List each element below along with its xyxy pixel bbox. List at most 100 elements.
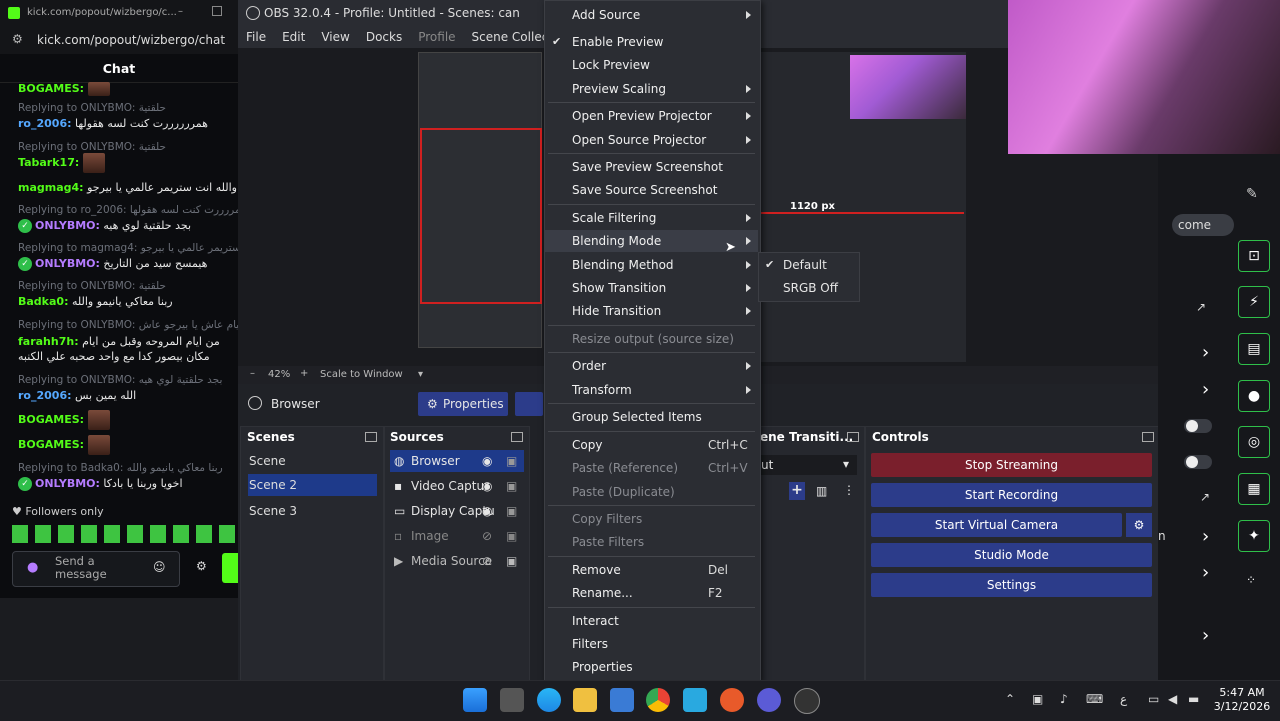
eye-icon[interactable]: ◉	[482, 450, 492, 472]
source-item-browser[interactable]: ◍ Browser ◉ ▣	[390, 450, 524, 472]
network-icon[interactable]: ▭	[1148, 692, 1159, 706]
lightning-icon[interactable]: ⚡	[1238, 286, 1270, 318]
menu-docks[interactable]: Docks	[366, 30, 402, 44]
connections-icon[interactable]: ⁘	[1246, 573, 1256, 587]
menu-filters[interactable]: Filters	[572, 637, 608, 651]
undock-icon[interactable]	[847, 432, 859, 442]
selection-bounding-box[interactable]	[420, 128, 542, 304]
menu-resize-output[interactable]: Resize output (source size)	[572, 332, 734, 346]
menu-lock-preview[interactable]: Lock Preview	[572, 58, 650, 72]
chevron-right-icon[interactable]: ›	[1202, 342, 1209, 363]
volume-icon[interactable]: ◀	[1168, 692, 1177, 706]
start-recording-button[interactable]: Start Recording	[871, 483, 1152, 507]
obs-taskbar-icon[interactable]	[794, 688, 820, 714]
minimize-icon[interactable]: –	[178, 6, 183, 17]
chevron-right-icon[interactable]: ›	[1202, 379, 1209, 400]
lock-icon[interactable]: ▣	[506, 475, 517, 497]
menu-paste-filters[interactable]: Paste Filters	[572, 535, 644, 549]
menu-interact[interactable]: Interact	[572, 614, 619, 628]
vpn-icon[interactable]	[720, 688, 744, 712]
screenshot-icon[interactable]: ⊡	[1238, 240, 1270, 272]
emote-bar[interactable]	[12, 525, 238, 543]
site-settings-icon[interactable]: ⚙	[12, 32, 23, 46]
menu-paste-duplicate[interactable]: Paste (Duplicate)	[572, 485, 675, 499]
document-icon[interactable]: ▤	[1238, 333, 1270, 365]
comment-chip[interactable]: come	[1172, 214, 1234, 236]
lock-icon[interactable]: ▣	[506, 500, 517, 522]
chat-input[interactable]: ● Send a message ☺	[12, 551, 180, 587]
expand-icon[interactable]: ↗	[1196, 300, 1206, 314]
trash-icon[interactable]: ▥	[816, 484, 827, 498]
menu-blending-method[interactable]: Blending Method	[572, 258, 674, 272]
taskbar-clock[interactable]: 5:47 AM 3/12/2026	[1212, 686, 1272, 714]
edge-icon[interactable]	[537, 688, 561, 712]
properties-button[interactable]: ⚙ Properties	[418, 392, 508, 416]
chevron-up-icon[interactable]: ⌃	[1005, 692, 1015, 706]
scene-item-active[interactable]: Scene 2	[248, 474, 377, 496]
menu-open-source-projector[interactable]: Open Source Projector	[572, 133, 706, 147]
menu-paste-reference[interactable]: Paste (Reference)	[572, 461, 678, 475]
windows-start-icon[interactable]	[463, 688, 487, 712]
filters-button[interactable]	[515, 392, 543, 416]
menu-copy[interactable]: Copy	[572, 438, 602, 452]
menu-remove[interactable]: Remove	[572, 563, 621, 577]
scene-item[interactable]: Scene 3	[248, 500, 377, 522]
menu-properties[interactable]: Properties	[572, 660, 633, 674]
menu-open-preview-projector[interactable]: Open Preview Projector	[572, 109, 712, 123]
lock-icon[interactable]: ▣	[506, 450, 517, 472]
chevron-right-icon[interactable]: ›	[1202, 562, 1209, 583]
microphone-tray-icon[interactable]: ♪	[1060, 692, 1068, 706]
file-explorer-icon[interactable]	[573, 688, 597, 712]
scene-item[interactable]: Scene	[248, 450, 377, 472]
submenu-default[interactable]: Default	[783, 258, 827, 272]
remote-desktop-icon[interactable]	[683, 688, 707, 712]
eye-hidden-icon[interactable]: ⊘	[482, 525, 492, 547]
transition-select[interactable]: ut ▾	[759, 455, 857, 475]
tray-app-icon[interactable]: ▣	[1032, 692, 1043, 706]
keyboard-icon[interactable]: ⌨	[1086, 692, 1103, 706]
settings-button[interactable]: Settings	[871, 573, 1152, 597]
menu-copy-filters[interactable]: Copy Filters	[572, 512, 642, 526]
battery-icon[interactable]: ▬	[1188, 692, 1199, 706]
chat-address-bar[interactable]: ⚙ kick.com/popout/wizbergo/chat	[0, 26, 238, 54]
store-icon[interactable]	[610, 688, 634, 712]
scale-mode[interactable]: Scale to Window	[320, 369, 403, 380]
lock-icon[interactable]: ▣	[506, 550, 517, 572]
more-options-icon[interactable]: ⋮	[843, 483, 855, 497]
menu-enable-preview[interactable]: Enable Preview	[572, 35, 663, 49]
menu-file[interactable]: File	[246, 30, 266, 44]
menu-add-source[interactable]: Add Source	[572, 8, 640, 22]
chevron-right-icon[interactable]: ›	[1202, 625, 1209, 646]
source-item-media[interactable]: ▶ Media Source ⊘ ▣	[390, 550, 524, 572]
menu-profile[interactable]: Profile	[418, 30, 455, 44]
source-item-video[interactable]: ▪ Video Captur ◉ ▣	[390, 475, 524, 497]
submenu-srgb-off[interactable]: SRGB Off	[783, 281, 838, 295]
undock-icon[interactable]	[365, 432, 377, 442]
menu-preview-scaling[interactable]: Preview Scaling	[572, 82, 666, 96]
chat-settings-icon[interactable]: ⚙	[196, 559, 207, 573]
lock-icon[interactable]: ▣	[506, 525, 517, 547]
menu-transform[interactable]: Transform	[572, 383, 632, 397]
emoji-icon[interactable]: ☺	[153, 560, 166, 574]
menu-save-source-screenshot[interactable]: Save Source Screenshot	[572, 183, 717, 197]
menu-hide-transition[interactable]: Hide Transition	[572, 304, 661, 318]
expand-icon[interactable]: ↗	[1200, 490, 1210, 504]
eye-icon[interactable]: ◉	[482, 475, 492, 497]
chat-bubble-icon[interactable]: ●	[1238, 380, 1270, 412]
wrench-icon[interactable]: ✦	[1238, 520, 1270, 552]
menu-order[interactable]: Order	[572, 359, 606, 373]
layout-icon[interactable]: ▦	[1238, 473, 1270, 505]
menu-rename[interactable]: Rename...	[572, 586, 633, 600]
eye-hidden-icon[interactable]: ⊘	[482, 550, 492, 572]
chrome-icon[interactable]	[646, 688, 670, 712]
menu-edit[interactable]: Edit	[282, 30, 305, 44]
source-item-display[interactable]: ▭ Display Captu ◉ ▣	[390, 500, 524, 522]
maximize-icon[interactable]	[212, 6, 222, 16]
microphone-icon[interactable]: ●	[27, 560, 38, 575]
v-app-icon[interactable]	[757, 688, 781, 712]
menu-scale-filtering[interactable]: Scale Filtering	[572, 211, 656, 225]
eye-icon[interactable]: ◉	[482, 500, 492, 522]
zoom-in-icon[interactable]: +	[300, 368, 308, 379]
undock-icon[interactable]	[1142, 432, 1154, 442]
undock-icon[interactable]	[511, 432, 523, 442]
